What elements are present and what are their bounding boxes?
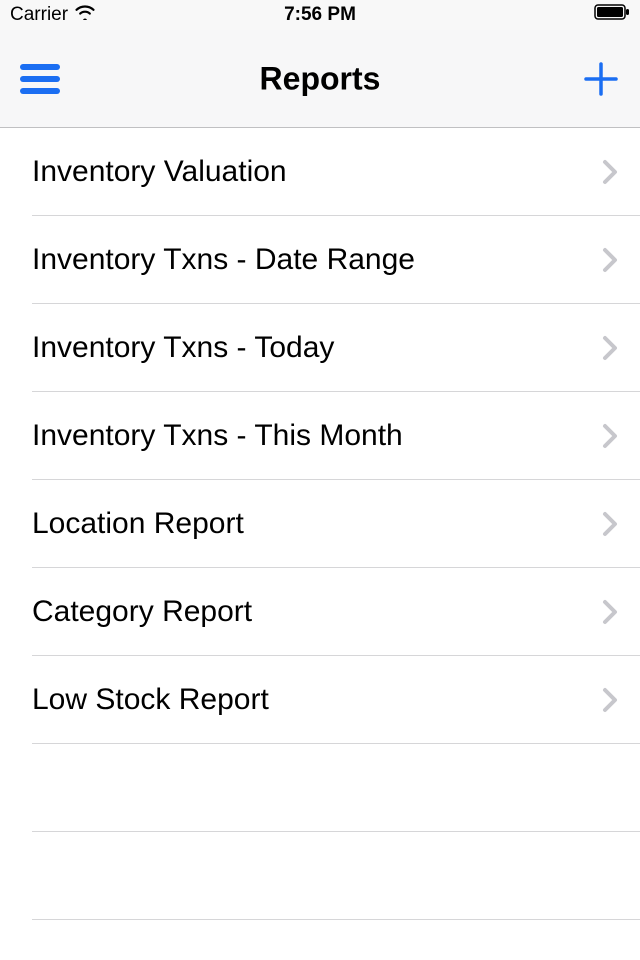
- chevron-right-icon: [602, 599, 618, 625]
- list-item-label: Inventory Txns - This Month: [32, 419, 403, 453]
- chevron-right-icon: [602, 687, 618, 713]
- chevron-right-icon: [602, 423, 618, 449]
- list-item-empty: [0, 832, 640, 920]
- list-item[interactable]: Inventory Valuation: [0, 128, 640, 216]
- wifi-icon: [74, 4, 96, 26]
- plus-icon: [582, 60, 620, 98]
- chevron-right-icon: [602, 511, 618, 537]
- page-title: Reports: [260, 60, 381, 97]
- list-item[interactable]: Category Report: [0, 568, 640, 656]
- list-item[interactable]: Location Report: [0, 480, 640, 568]
- list-item-label: Inventory Valuation: [32, 155, 287, 189]
- chevron-right-icon: [602, 335, 618, 361]
- add-button[interactable]: [582, 60, 620, 98]
- hamburger-icon: [20, 76, 60, 82]
- nav-bar: Reports: [0, 30, 640, 128]
- chevron-right-icon: [602, 247, 618, 273]
- status-right: [594, 4, 630, 26]
- menu-button[interactable]: [20, 64, 60, 94]
- list-item[interactable]: Inventory Txns - Today: [0, 304, 640, 392]
- list-item[interactable]: Inventory Txns - This Month: [0, 392, 640, 480]
- status-time: 7:56 PM: [284, 4, 356, 26]
- hamburger-icon: [20, 64, 60, 70]
- chevron-right-icon: [602, 159, 618, 185]
- status-left: Carrier: [10, 4, 96, 26]
- list-item-label: Location Report: [32, 507, 244, 541]
- list-item-label: Low Stock Report: [32, 683, 269, 717]
- reports-list: Inventory Valuation Inventory Txns - Dat…: [0, 128, 640, 920]
- list-item-label: Inventory Txns - Today: [32, 331, 334, 365]
- carrier-label: Carrier: [10, 4, 68, 26]
- list-item-empty: [0, 744, 640, 832]
- list-item-label: Inventory Txns - Date Range: [32, 243, 415, 277]
- list-item[interactable]: Inventory Txns - Date Range: [0, 216, 640, 304]
- list-item[interactable]: Low Stock Report: [0, 656, 640, 744]
- hamburger-icon: [20, 88, 60, 94]
- status-bar: Carrier 7:56 PM: [0, 0, 640, 30]
- list-item-label: Category Report: [32, 595, 252, 629]
- battery-icon: [594, 4, 630, 26]
